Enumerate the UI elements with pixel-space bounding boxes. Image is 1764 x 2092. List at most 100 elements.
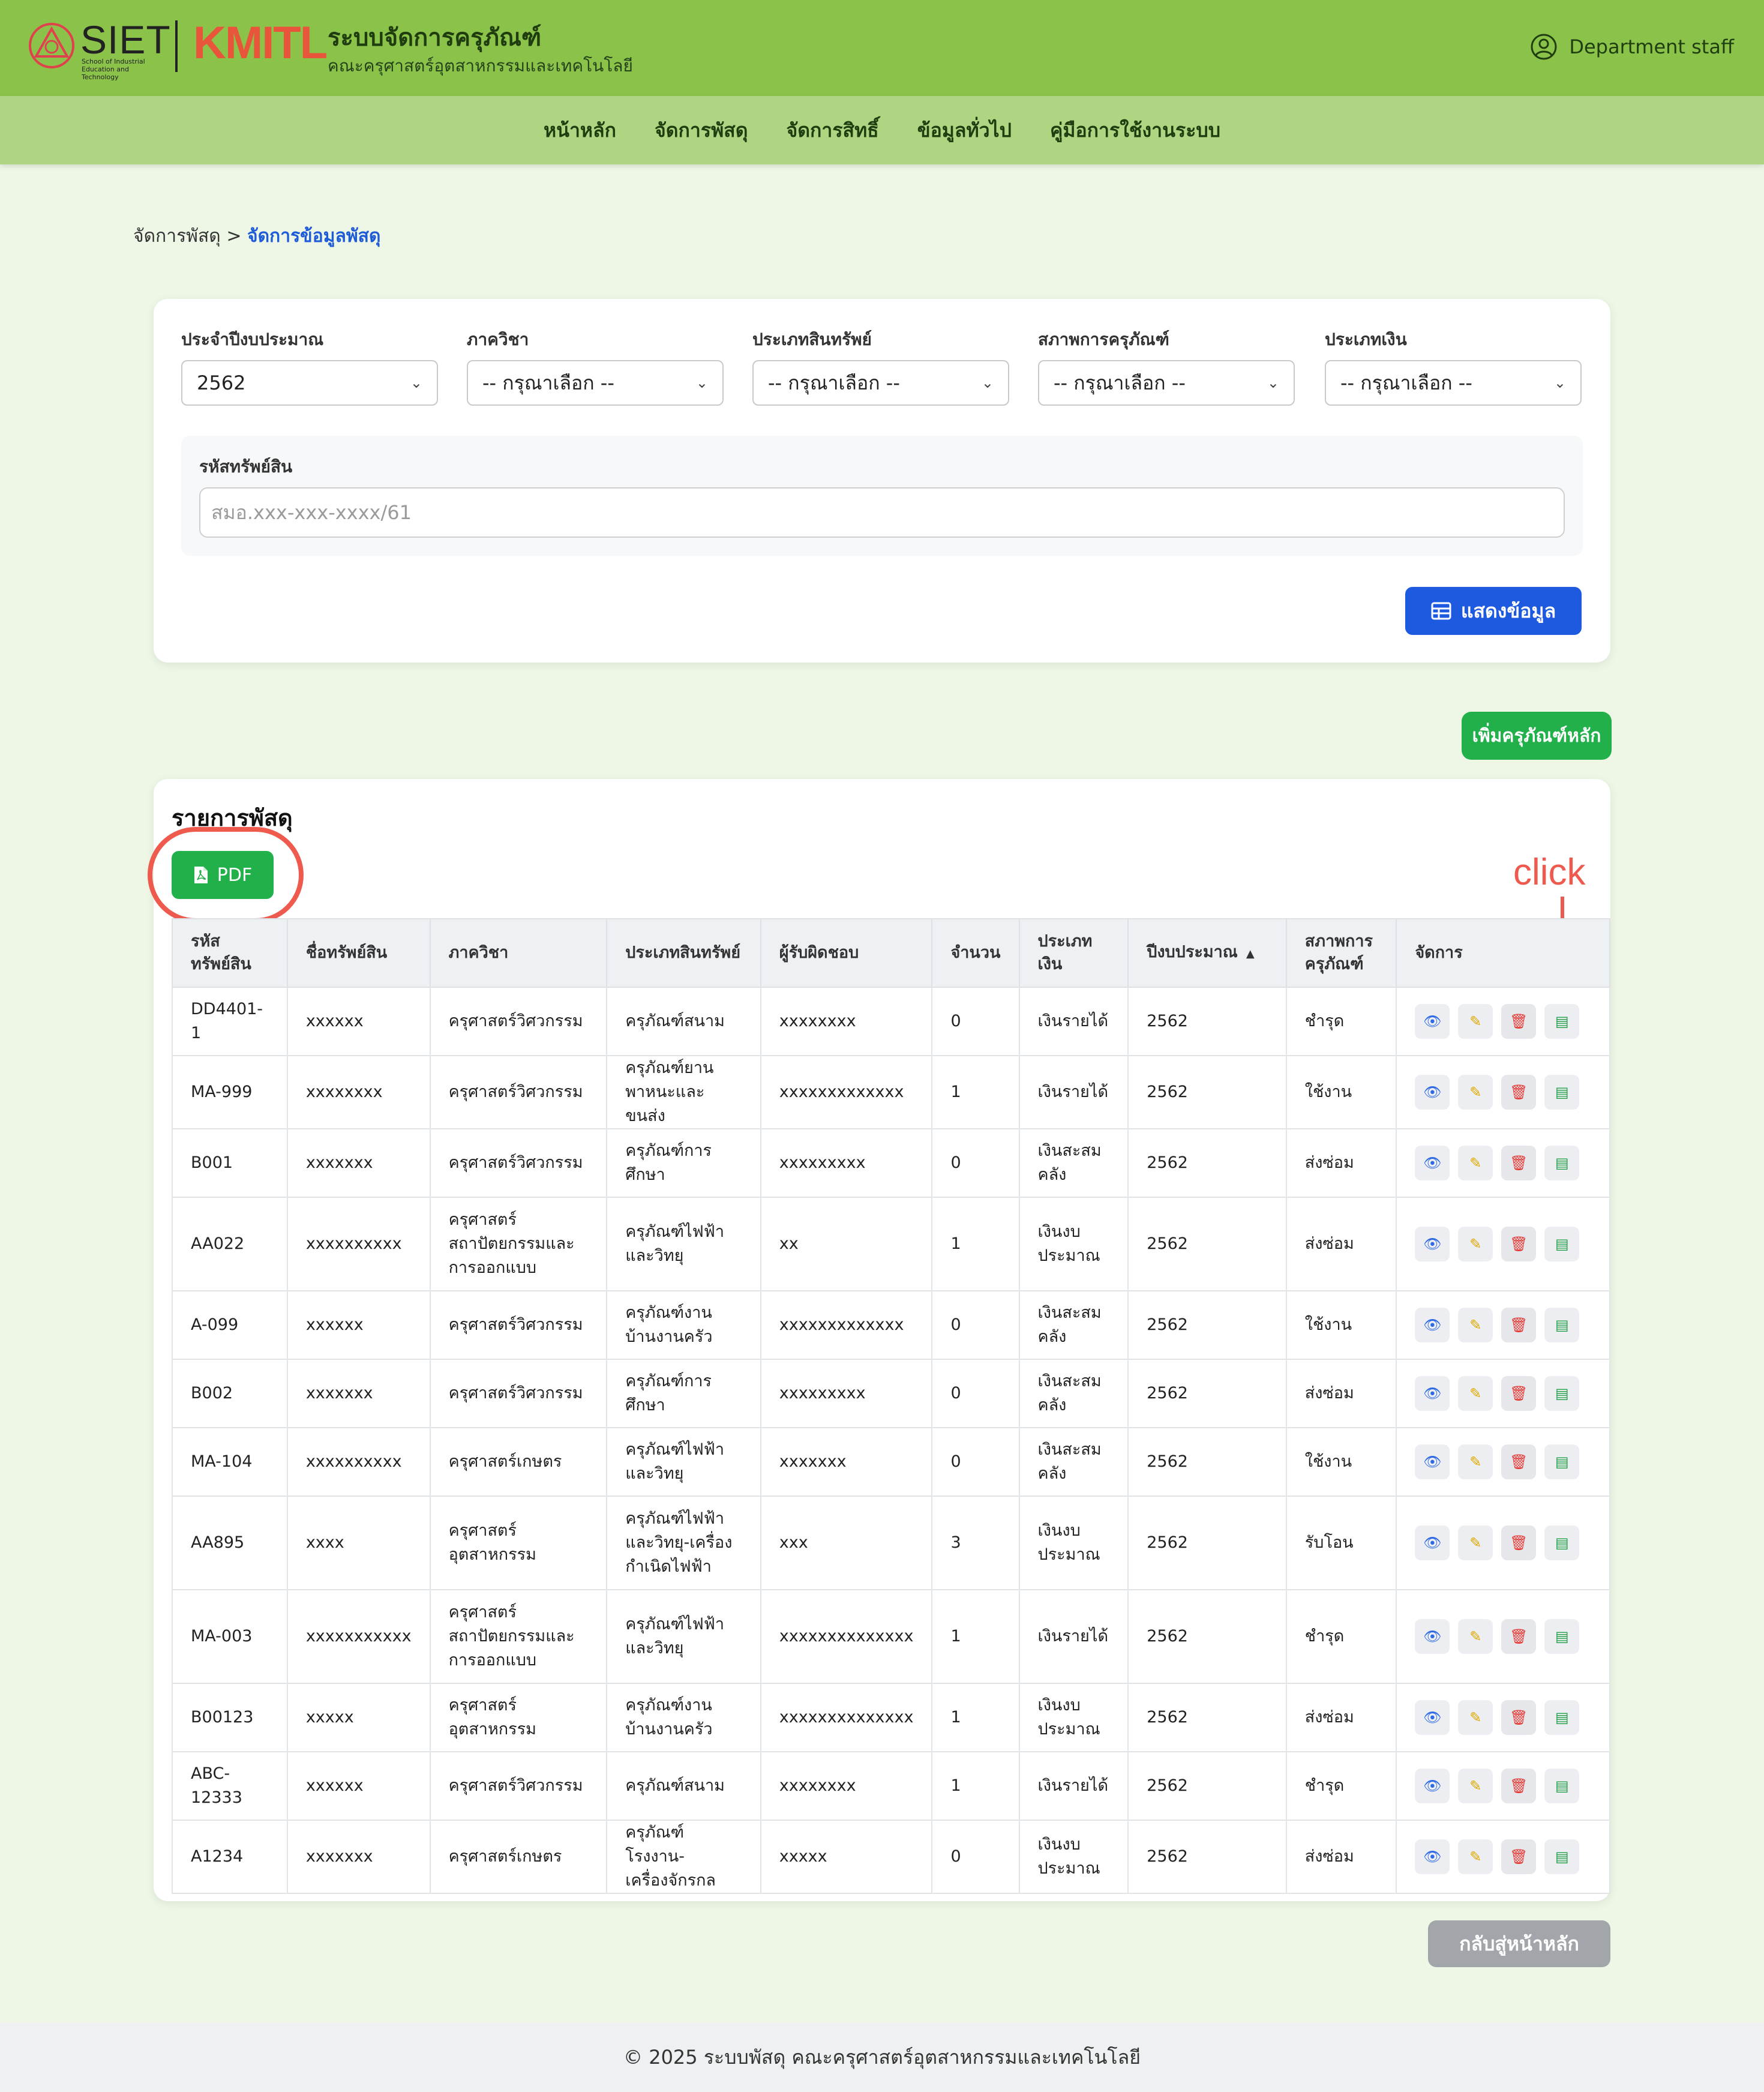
- col-condition[interactable]: สภาพการ ครุภัณฑ์: [1285, 918, 1397, 988]
- edit-button[interactable]: ✎: [1458, 1146, 1493, 1180]
- table-icon: [1431, 602, 1451, 620]
- delete-button[interactable]: 🗑: [1501, 1769, 1537, 1803]
- export-row-pdf-button[interactable]: ▤: [1544, 1376, 1580, 1411]
- export-row-pdf-button[interactable]: ▤: [1544, 1619, 1580, 1654]
- cell-quantity: 1: [931, 1055, 1020, 1129]
- delete-button[interactable]: 🗑: [1501, 1619, 1537, 1654]
- cell-condition: ส่งซ่อม: [1285, 1820, 1397, 1894]
- cell-actions: 👁 ✎ 🗑 ▤: [1396, 1427, 1610, 1497]
- edit-button[interactable]: ✎: [1458, 1075, 1493, 1110]
- view-button[interactable]: 👁: [1415, 1376, 1450, 1411]
- view-button[interactable]: 👁: [1415, 1308, 1450, 1342]
- chevron-down-icon: ⌄: [695, 374, 708, 391]
- export-row-pdf-button[interactable]: ▤: [1544, 1308, 1580, 1342]
- edit-button[interactable]: ✎: [1458, 1227, 1493, 1261]
- nav-manage-supplies[interactable]: จัดการพัสดุ: [655, 115, 748, 146]
- col-asset-name[interactable]: ชื่อทรัพย์สิน: [286, 918, 431, 988]
- edit-button[interactable]: ✎: [1458, 1839, 1493, 1874]
- system-subtitle: คณะครุศาสตร์อุตสาหกรรมและเทคโนโลยี: [328, 56, 633, 76]
- cell-actions: 👁 ✎ 🗑 ▤: [1396, 1055, 1610, 1129]
- condition-select[interactable]: -- กรุณาเลือก -- ⌄: [1038, 360, 1295, 406]
- view-button[interactable]: 👁: [1415, 1444, 1450, 1479]
- edit-button[interactable]: ✎: [1458, 1444, 1493, 1479]
- delete-button[interactable]: 🗑: [1501, 1227, 1537, 1261]
- show-data-button[interactable]: แสดงข้อมูล: [1405, 587, 1582, 635]
- back-to-home-button[interactable]: กลับสู่หน้าหลัก: [1428, 1920, 1610, 1967]
- edit-button[interactable]: ✎: [1458, 1619, 1493, 1654]
- delete-button[interactable]: 🗑: [1501, 1444, 1537, 1479]
- user-menu[interactable]: Department staff: [1529, 32, 1734, 61]
- col-fiscal-year[interactable]: ปีงบประมาณ ▲: [1127, 918, 1287, 988]
- col-asset-code[interactable]: รหัส ทรัพย์สิน: [172, 918, 288, 988]
- col-asset-type[interactable]: ประเภทสินทรัพย์: [606, 918, 761, 988]
- col-department[interactable]: ภาควิชา: [429, 918, 608, 988]
- trash-icon: 🗑: [1510, 1236, 1528, 1252]
- breadcrumb-parent[interactable]: จัดการพัสดุ: [133, 226, 221, 247]
- edit-button[interactable]: ✎: [1458, 1308, 1493, 1342]
- export-row-pdf-button[interactable]: ▤: [1544, 1839, 1580, 1874]
- edit-button[interactable]: ✎: [1458, 1769, 1493, 1803]
- cell-responsible: xxxxxxxxxxxxxx: [760, 1589, 933, 1684]
- add-main-asset-button[interactable]: เพิ่มครุภัณฑ์หลัก: [1462, 712, 1612, 760]
- delete-button[interactable]: 🗑: [1501, 1700, 1537, 1735]
- export-row-pdf-button[interactable]: ▤: [1544, 1700, 1580, 1735]
- col-responsible[interactable]: ผู้รับผิดชอบ: [760, 918, 933, 988]
- export-row-pdf-button[interactable]: ▤: [1544, 1444, 1580, 1479]
- delete-button[interactable]: 🗑: [1501, 1308, 1537, 1342]
- cell-fiscal-year: 2562: [1127, 1128, 1287, 1198]
- cell-asset-code: B001: [172, 1128, 288, 1198]
- view-button[interactable]: 👁: [1415, 1769, 1450, 1803]
- view-button[interactable]: 👁: [1415, 1619, 1450, 1654]
- delete-button[interactable]: 🗑: [1501, 1839, 1537, 1874]
- nav-manage-permissions[interactable]: จัดการสิทธิ์: [786, 115, 878, 146]
- edit-icon: ✎: [1469, 1236, 1482, 1252]
- money-type-select[interactable]: -- กรุณาเลือก -- ⌄: [1325, 360, 1582, 406]
- view-button[interactable]: 👁: [1415, 1146, 1450, 1180]
- export-row-pdf-button[interactable]: ▤: [1544, 1004, 1580, 1039]
- view-button[interactable]: 👁: [1415, 1227, 1450, 1261]
- asset-type-select[interactable]: -- กรุณาเลือก -- ⌄: [752, 360, 1009, 406]
- nav-general-info[interactable]: ข้อมูลทั่วไป: [917, 115, 1012, 146]
- export-row-pdf-button[interactable]: ▤: [1544, 1075, 1580, 1110]
- asset-code-input[interactable]: สมอ.xxx-xxx-xxxx/61: [199, 487, 1565, 538]
- row-actions: 👁 ✎ 🗑 ▤: [1415, 1839, 1591, 1874]
- edit-button[interactable]: ✎: [1458, 1525, 1493, 1560]
- export-pdf-button[interactable]: PDF: [172, 851, 274, 899]
- cell-condition: รับโอน: [1285, 1495, 1397, 1590]
- cell-asset-type: ครุภัณฑ์การศึกษา: [606, 1128, 761, 1198]
- cell-responsible: xxxxxxxx: [760, 1751, 933, 1821]
- fiscal-year-select[interactable]: 2562 ⌄: [181, 360, 438, 406]
- chevron-down-icon: ⌄: [981, 374, 994, 391]
- delete-button[interactable]: 🗑: [1501, 1075, 1537, 1110]
- view-button[interactable]: 👁: [1415, 1525, 1450, 1560]
- department-select[interactable]: -- กรุณาเลือก -- ⌄: [467, 360, 724, 406]
- cell-quantity: 0: [931, 1427, 1020, 1497]
- export-row-pdf-button[interactable]: ▤: [1544, 1769, 1580, 1803]
- col-quantity[interactable]: จำนวน: [931, 918, 1020, 988]
- export-row-pdf-button[interactable]: ▤: [1544, 1227, 1580, 1261]
- money-type-value: -- กรุณาเลือก --: [1340, 371, 1472, 394]
- view-button[interactable]: 👁: [1415, 1004, 1450, 1039]
- cell-money-type: เงินงบประมาณ: [1018, 1197, 1129, 1291]
- export-row-pdf-button[interactable]: ▤: [1544, 1146, 1580, 1180]
- edit-button[interactable]: ✎: [1458, 1004, 1493, 1039]
- delete-button[interactable]: 🗑: [1501, 1004, 1537, 1039]
- col-money-type[interactable]: ประเภท เงิน: [1018, 918, 1129, 988]
- delete-button[interactable]: 🗑: [1501, 1525, 1537, 1560]
- cell-asset-type: ครุภัณฑ์ไฟฟ้าและวิทยุ-เครื่องกำเนิดไฟฟ้า: [606, 1495, 761, 1590]
- cell-actions: 👁 ✎ 🗑 ▤: [1396, 1290, 1610, 1360]
- cell-asset-type: ครุภัณฑ์โรงงาน-เครื่องจักรกล: [606, 1820, 761, 1894]
- export-row-pdf-button[interactable]: ▤: [1544, 1525, 1580, 1560]
- view-button[interactable]: 👁: [1415, 1700, 1450, 1735]
- view-button[interactable]: 👁: [1415, 1075, 1450, 1110]
- delete-button[interactable]: 🗑: [1501, 1376, 1537, 1411]
- delete-button[interactable]: 🗑: [1501, 1146, 1537, 1180]
- cell-condition: ส่งซ่อม: [1285, 1128, 1397, 1198]
- edit-button[interactable]: ✎: [1458, 1700, 1493, 1735]
- nav-home[interactable]: หน้าหลัก: [544, 115, 616, 146]
- cell-responsible: xxxxxxxxxxxxxx: [760, 1683, 933, 1752]
- cell-asset-type: ครุภัณฑ์ไฟฟ้าและวิทยุ: [606, 1589, 761, 1684]
- view-button[interactable]: 👁: [1415, 1839, 1450, 1874]
- nav-user-manual[interactable]: คู่มือการใช้งานระบบ: [1050, 115, 1220, 146]
- edit-button[interactable]: ✎: [1458, 1376, 1493, 1411]
